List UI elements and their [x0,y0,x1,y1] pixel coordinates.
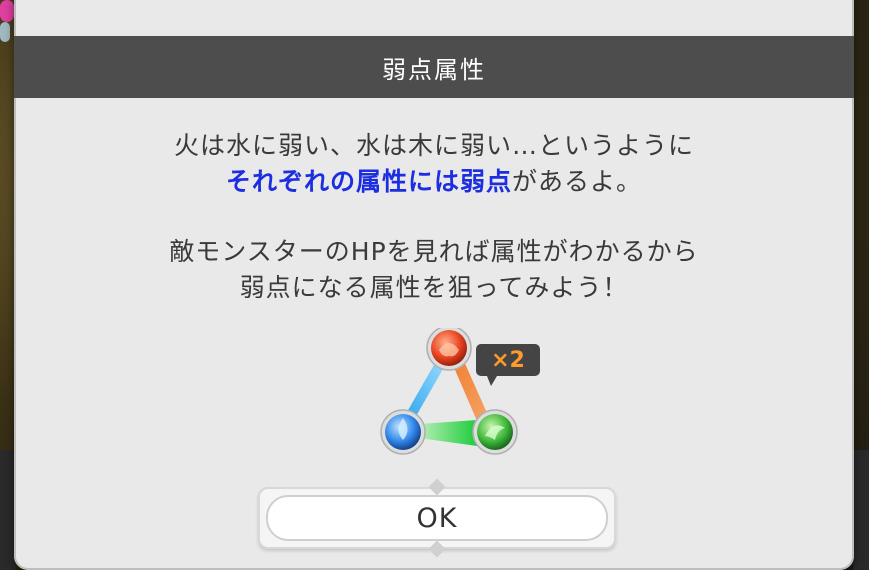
multiplier-badge: ×2 [476,344,540,376]
message-block-2: 敵モンスターのHPを見れば属性がわかるから 弱点になる属性を狙ってみよう！ [14,234,854,306]
message-line-2: それぞれの属性には弱点があるよ。 [14,164,854,200]
weakness-dialog: 弱点属性 火は水に弱い、水は木に弱い…というように それぞれの属性には弱点がある… [14,0,854,570]
message-line-4: 弱点になる属性を狙ってみよう！ [239,273,629,302]
background-orb-left [0,0,14,22]
ok-button[interactable]: OK [266,495,608,541]
highlight-text: それぞれの属性には弱点 [225,167,512,196]
frame-ornament-bottom [428,540,446,558]
dialog-title: 弱点属性 [14,36,854,98]
ok-button-frame: OK [258,478,616,558]
wood-to-water-arrow [419,420,477,446]
message-block-1: 火は水に弱い、水は木に弱い…というように それぞれの属性には弱点があるよ。 [14,128,854,200]
fire-orb-icon [426,325,472,371]
frame-ornament-top [428,478,446,496]
water-orb-icon [380,409,426,455]
attribute-diagram: ×2 [359,325,559,468]
message-line-3: 敵モンスターのHPを見れば属性がわかるから [169,237,699,266]
wood-orb-icon [472,409,518,455]
message-line-2-rest: があるよ。 [512,167,643,196]
background-panel-right [853,450,869,570]
background-orb-right [0,22,10,42]
message-line-1: 火は水に弱い、水は木に弱い…というように [173,131,694,160]
